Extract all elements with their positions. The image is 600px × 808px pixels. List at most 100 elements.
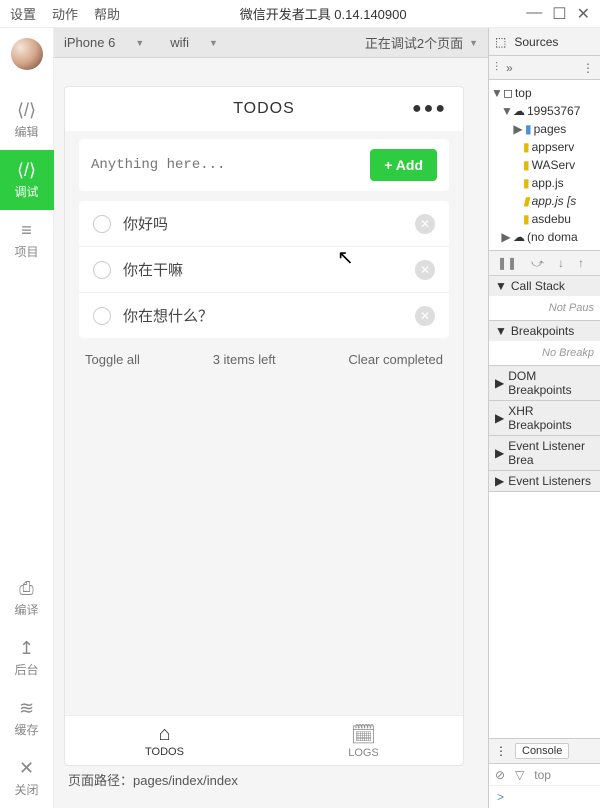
nav-label: 后台 xyxy=(14,663,38,677)
tab-todos[interactable]: ⌂ TODOS xyxy=(65,716,264,765)
inspect-icon[interactable]: ⬚ xyxy=(495,35,506,49)
step-out-icon[interactable]: ↑ xyxy=(578,256,584,270)
section-title: DOM Breakpoints xyxy=(508,369,594,397)
app-title: 微信开发者工具 0.14.140900 xyxy=(120,4,526,23)
section-event-listeners[interactable]: ▶Event Listeners xyxy=(489,471,600,492)
home-icon: ⌂ xyxy=(158,723,170,746)
x-icon: ✕ xyxy=(0,758,54,779)
close-icon[interactable]: ✕ xyxy=(577,4,590,24)
menu-help[interactable]: 帮助 xyxy=(94,4,120,23)
more-icon[interactable]: » xyxy=(506,61,513,75)
section-body: Not Paus xyxy=(489,296,600,320)
nav-project[interactable]: ≡ 项目 xyxy=(0,210,54,270)
file-tree: ▼◻top ▼☁19953767 ▶▮pages ▮appserv ▮WASer… xyxy=(489,80,600,250)
sim-header: TODOS ●●● xyxy=(65,87,463,131)
todo-text: 你好吗 xyxy=(123,213,168,234)
delete-icon[interactable]: ✕ xyxy=(415,260,435,280)
tree-file[interactable]: appserv xyxy=(532,138,575,156)
todo-input[interactable] xyxy=(91,157,370,173)
todo-list: 你好吗 ✕ 你在干嘛 ✕ 你在想什么？ ✕ xyxy=(79,201,449,338)
center-panel: iPhone 6 ▼ wifi ▼ 正在调试2个页面 ▼ TODOS ●●● +… xyxy=(54,28,488,808)
checkbox-icon[interactable] xyxy=(93,307,111,325)
nav-debug[interactable]: ⟨/⟩ 调试 xyxy=(0,150,54,210)
clear-completed[interactable]: Clear completed xyxy=(348,352,443,367)
devtools-tabs: ⬚ Sources xyxy=(489,28,600,56)
nav-close[interactable]: ✕ 关闭 xyxy=(0,748,54,808)
console-tab[interactable]: Console xyxy=(515,743,569,759)
console-filter: ⊘ ▽ top xyxy=(489,764,600,786)
tab-logs[interactable]: 🗓 LOGS xyxy=(264,716,463,765)
tree-pages[interactable]: pages xyxy=(534,120,567,138)
nav-edit[interactable]: ⟨/⟩ 编辑 xyxy=(0,90,54,150)
footer-row: Toggle all 3 items left Clear completed xyxy=(79,338,449,381)
todo-item[interactable]: 你好吗 ✕ xyxy=(79,201,449,247)
section-title: Event Listeners xyxy=(508,474,591,488)
section-breakpoints[interactable]: ▼Breakpoints No Breakp xyxy=(489,321,600,366)
tree-file[interactable]: asdebu xyxy=(532,210,571,228)
section-callstack[interactable]: ▼Call Stack Not Paus xyxy=(489,276,600,321)
kebab-icon[interactable]: ⋮ xyxy=(582,61,594,75)
left-sidebar: ⟨/⟩ 编辑 ⟨/⟩ 调试 ≡ 项目 ⎙ 编译 ↥ 后台 ≋ 缓存 ✕ 关闭 xyxy=(0,28,54,808)
tree-file[interactable]: app.js xyxy=(532,174,564,192)
toggle-all[interactable]: Toggle all xyxy=(85,352,140,367)
nav-icon[interactable]: ⫶ xyxy=(495,60,498,75)
debug-select[interactable]: 正在调试2个页面 ▼ xyxy=(365,33,478,52)
tab-label: TODOS xyxy=(145,746,184,758)
nav-label: 调试 xyxy=(14,185,38,199)
minimize-icon[interactable]: — xyxy=(526,4,542,24)
menu-settings[interactable]: 设置 xyxy=(10,4,36,23)
compile-icon: ⎙ xyxy=(0,578,54,599)
checkbox-icon[interactable] xyxy=(93,215,111,233)
more-icon[interactable]: ●●● xyxy=(412,100,447,118)
input-row: + Add xyxy=(79,139,449,191)
items-left: 3 items left xyxy=(213,352,276,367)
network-select[interactable]: wifi ▼ xyxy=(170,35,218,50)
tab-sources[interactable]: Sources xyxy=(514,35,558,49)
console-scope[interactable]: top xyxy=(534,768,551,782)
todo-item[interactable]: 你在干嘛 ✕ xyxy=(79,247,449,293)
tree-top[interactable]: top xyxy=(515,84,532,102)
layers-icon: ≋ xyxy=(0,698,54,719)
tree-file[interactable]: WAServ xyxy=(532,156,576,174)
avatar[interactable] xyxy=(11,38,43,70)
tree-nodomain[interactable]: (no doma xyxy=(527,228,578,246)
menu-action[interactable]: 动作 xyxy=(52,4,78,23)
titlebar: 设置 动作 帮助 微信开发者工具 0.14.140900 — ☐ ✕ xyxy=(0,0,600,28)
chevron-down-icon: ▼ xyxy=(469,38,478,48)
sim-toolbar: iPhone 6 ▼ wifi ▼ 正在调试2个页面 ▼ xyxy=(54,28,488,58)
debug-controls: ❚❚ ⤻ ↓ ↑ xyxy=(489,250,600,276)
devtools: ⬚ Sources ⫶ » ⋮ ▼◻top ▼☁19953767 ▶▮pages… xyxy=(488,28,600,808)
step-into-icon[interactable]: ↓ xyxy=(558,256,564,270)
section-xhr-breakpoints[interactable]: ▶XHR Breakpoints xyxy=(489,401,600,436)
step-over-icon[interactable]: ⤻ xyxy=(531,256,544,271)
chevron-down-icon: ▼ xyxy=(209,38,218,48)
device-select[interactable]: iPhone 6 ▼ xyxy=(64,35,144,50)
section-title: Breakpoints xyxy=(511,324,574,338)
section-title: Call Stack xyxy=(511,279,565,293)
tree-file[interactable]: app.js [s xyxy=(532,192,577,210)
delete-icon[interactable]: ✕ xyxy=(415,214,435,234)
code-icon: ⟨/⟩ xyxy=(0,100,54,121)
nav-cache[interactable]: ≋ 缓存 xyxy=(0,688,54,748)
filter-icon[interactable]: ▽ xyxy=(515,768,524,782)
tree-domain[interactable]: 19953767 xyxy=(527,102,580,120)
todo-item[interactable]: 你在想什么？ ✕ xyxy=(79,293,449,338)
section-dom-breakpoints[interactable]: ▶DOM Breakpoints xyxy=(489,366,600,401)
add-button[interactable]: + Add xyxy=(370,149,437,181)
maximize-icon[interactable]: ☐ xyxy=(552,4,566,24)
nav-label: 缓存 xyxy=(14,723,38,737)
checkbox-icon[interactable] xyxy=(93,261,111,279)
nav-background[interactable]: ↥ 后台 xyxy=(0,628,54,688)
section-event-listener-bp[interactable]: ▶Event Listener Brea xyxy=(489,436,600,471)
nav-compile[interactable]: ⎙ 编译 xyxy=(0,568,54,628)
clear-icon[interactable]: ⊘ xyxy=(495,768,505,782)
section-body: No Breakp xyxy=(489,341,600,365)
pause-icon[interactable]: ❚❚ xyxy=(497,256,517,270)
delete-icon[interactable]: ✕ xyxy=(415,306,435,326)
console-prompt[interactable]: > xyxy=(489,786,600,808)
nav-label: 项目 xyxy=(14,245,38,259)
nav-label: 编辑 xyxy=(14,125,38,139)
debug-label: 正在调试2个页面 xyxy=(365,33,463,52)
kebab-icon[interactable]: ⋮ xyxy=(495,744,507,758)
nav-label: 编译 xyxy=(14,603,38,617)
